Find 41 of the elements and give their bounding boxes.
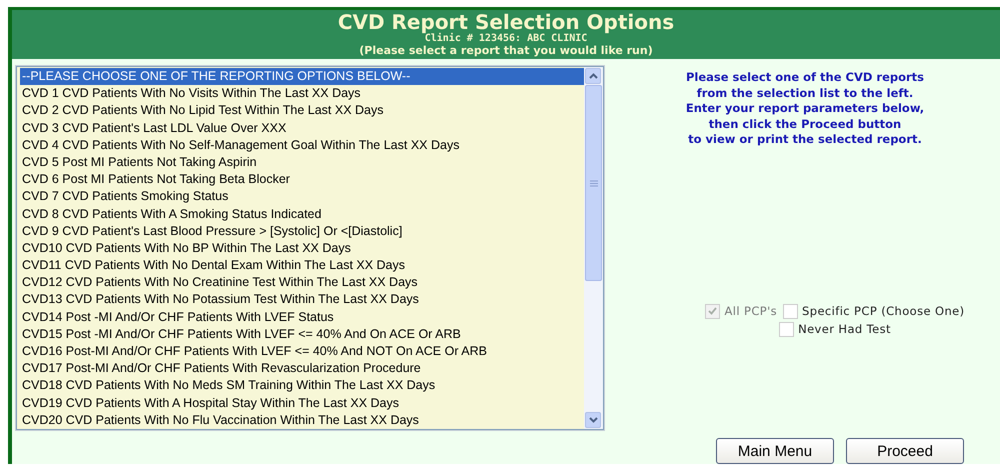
- report-option[interactable]: CVD 4 CVD Patients With No Self-Management Goal Within The Last XX Days: [20, 136, 584, 154]
- checkbox-label: All PCP's: [724, 304, 778, 318]
- report-option[interactable]: CVD11 CVD Patients With No Dental Exam Within The Last XX Days: [20, 257, 584, 274]
- report-option[interactable]: CVD16 Post-MI And/Or CHF Patients With LVEF <= 40% And NOT On ACE Or ARB: [20, 343, 584, 360]
- scrollbar[interactable]: [584, 67, 603, 429]
- checkbox-label: Specific PCP (Choose One): [802, 304, 965, 318]
- clinic-label: Clinic # 123456: ABC CLINIC: [424, 33, 588, 44]
- report-option[interactable]: CVD 9 CVD Patient's Last Blood Pressure > [Systolic] Or <[Diastolic]: [20, 222, 584, 240]
- scroll-down-button[interactable]: [585, 412, 601, 428]
- action-button[interactable]: Main Menu: [716, 438, 834, 464]
- scroll-up-button[interactable]: [585, 68, 601, 84]
- report-option[interactable]: CVD14 Post -MI And/Or CHF Patients With LVEF Status: [20, 308, 584, 326]
- report-option[interactable]: CVD 1 CVD Patients With No Visits Within The Last XX Days: [20, 85, 584, 102]
- checkbox-label: Never Had Test: [798, 322, 891, 336]
- report-option[interactable]: CVD 2 CVD Patients With No Lipid Test Within The Last XX Days: [20, 102, 584, 120]
- check-icon: [708, 307, 718, 315]
- report-option[interactable]: CVD20 CVD Patients With No Flu Vaccination Within The Last XX Days: [20, 412, 584, 429]
- report-option[interactable]: CVD19 CVD Patients With A Hospital Stay Within The Last XX Days: [20, 394, 584, 412]
- help-text: Please select one of the CVD reports from the selection list to the left. Enter your report parameters below, then click the Proceed button to view or print the selected report.: [686, 70, 924, 148]
- grip-icon: [590, 180, 598, 186]
- report-option[interactable]: CVD13 CVD Patients With No Potassium Test Within The Last XX Days: [20, 291, 584, 309]
- checkbox[interactable]: [779, 322, 794, 336]
- report-option[interactable]: CVD 6 Post MI Patients Not Taking Beta Blocker: [20, 171, 584, 188]
- checkbox[interactable]: [783, 304, 798, 318]
- report-option[interactable]: CVD 7 CVD Patients Smoking Status: [20, 188, 584, 206]
- report-option[interactable]: CVD12 CVD Patients With No Creatinine Test Within The Last XX Days: [20, 274, 584, 292]
- page-title: CVD Report Selection Options: [338, 11, 674, 33]
- chevron-down-icon: [588, 417, 598, 423]
- scroll-thumb[interactable]: [585, 85, 602, 281]
- instruction-text: (Please select a report that you would like run): [359, 44, 653, 57]
- report-option[interactable]: CVD17 Post-MI And/Or CHF Patients With Revascularization Procedure: [20, 360, 584, 378]
- report-option[interactable]: CVD10 CVD Patients With No BP Within The Last XX Days: [20, 240, 584, 258]
- report-option[interactable]: CVD 3 CVD Patient's Last LDL Value Over XXX: [20, 120, 584, 137]
- report-option[interactable]: CVD18 CVD Patients With No Meds SM Training Within The Last XX Days: [20, 377, 584, 395]
- report-option[interactable]: CVD 8 CVD Patients With A Smoking Status Indicated: [20, 206, 584, 223]
- report-option[interactable]: CVD 5 Post MI Patients Not Taking Aspirin: [20, 154, 584, 172]
- report-option[interactable]: CVD15 Post -MI And/Or CHF Patients With LVEF <= 40% And On ACE Or ARB: [20, 326, 584, 343]
- report-listbox[interactable]: [16, 66, 604, 430]
- report-option[interactable]: --PLEASE CHOOSE ONE OF THE REPORTING OPTIONS BELOW--: [20, 68, 584, 86]
- action-button[interactable]: Proceed: [846, 438, 964, 464]
- chevron-up-icon: [588, 73, 598, 79]
